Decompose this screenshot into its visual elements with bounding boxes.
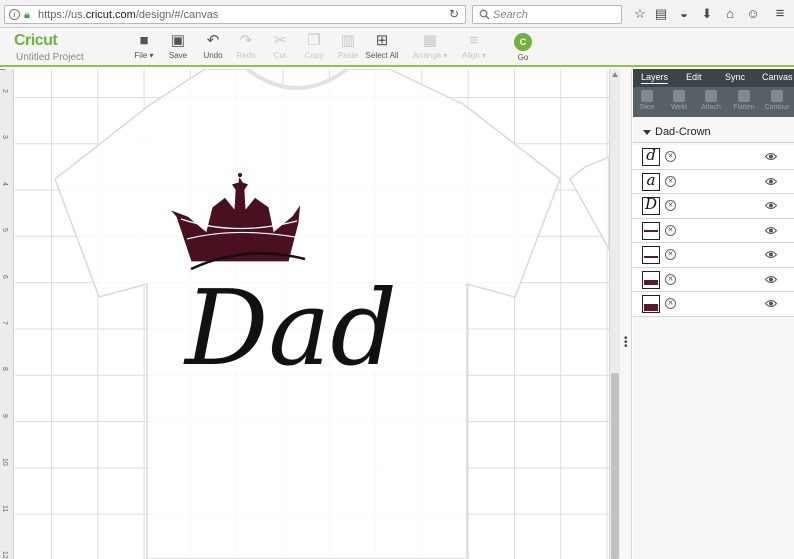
- go-button[interactable]: C: [514, 33, 532, 51]
- download-icon[interactable]: ⬇: [699, 6, 715, 22]
- weld-icon: [673, 90, 685, 102]
- tab-layers[interactable]: Layers: [641, 72, 669, 84]
- layers-panel: Layers Edit Sync Canvas Slice Weld Attac…: [633, 69, 794, 559]
- eye-icon[interactable]: [765, 152, 777, 161]
- home-icon[interactable]: ⌂: [722, 6, 738, 22]
- dad-text: Dad: [183, 267, 397, 389]
- menu-icon[interactable]: ≡: [772, 6, 788, 22]
- cricut-logo: Cricut: [14, 32, 58, 49]
- reading-list-icon[interactable]: ▤: [653, 6, 669, 22]
- layer-thumbnail: [642, 221, 660, 240]
- lock-icon: 🔒︎: [24, 9, 30, 21]
- layer-group-header[interactable]: Dad-Crown: [633, 123, 794, 143]
- cut-type-icon[interactable]: ✕: [665, 224, 676, 236]
- reload-icon[interactable]: ↻: [449, 8, 459, 21]
- select-all-button[interactable]: ⊞ Select All: [362, 32, 402, 61]
- layer-row[interactable]: ✕: [633, 267, 794, 292]
- tab-sync[interactable]: Sync: [725, 72, 745, 82]
- site-info-icon[interactable]: i: [9, 9, 20, 20]
- layer-row[interactable]: ✕: [633, 218, 794, 243]
- scrollbar-thumb[interactable]: [611, 373, 619, 559]
- flatten-icon: [738, 90, 750, 102]
- arrange-icon: ▦: [422, 32, 438, 49]
- browser-search-input[interactable]: Search: [472, 5, 622, 24]
- save-icon: ▣: [170, 32, 186, 49]
- align-menu-button[interactable]: ≡ Align ▾: [454, 32, 494, 61]
- crown-shape: [168, 173, 302, 263]
- contour-icon: [771, 90, 783, 102]
- ruler-number: 9: [1, 414, 8, 418]
- ruler-number: 4: [1, 182, 8, 186]
- browser-toolbar: i 🔒︎ https://us.cricut.com/design/#/canv…: [0, 0, 794, 28]
- align-icon: ≡: [469, 32, 479, 49]
- search-placeholder: Search: [493, 9, 528, 21]
- project-name: Untitled Project: [16, 52, 84, 63]
- layer-tools: Slice Weld Attach Flatten Contour: [633, 87, 794, 117]
- chat-icon[interactable]: ☺: [745, 6, 761, 22]
- save-button[interactable]: ▣ Save: [158, 32, 198, 61]
- weld-button[interactable]: Weld: [664, 90, 694, 111]
- layer-row[interactable]: D ✕: [633, 194, 794, 219]
- cut-type-icon[interactable]: ✕: [665, 273, 676, 285]
- cut-type-icon[interactable]: ✕: [665, 200, 676, 211]
- eye-icon[interactable]: [765, 275, 777, 284]
- layer-thumbnail: a: [642, 172, 660, 191]
- flatten-button[interactable]: Flatten: [729, 90, 759, 111]
- panel-splitter[interactable]: • • •: [620, 69, 632, 559]
- eye-icon[interactable]: [765, 201, 777, 210]
- ruler-number: 2: [1, 89, 8, 93]
- eye-icon[interactable]: [765, 226, 777, 235]
- ruler-number: 12: [1, 551, 8, 559]
- canvas-scrollbar[interactable]: [609, 69, 620, 559]
- attach-button[interactable]: Attach: [696, 90, 726, 111]
- layer-list: d ✕ a ✕ D ✕ ✕ ✕ ✕ ✕: [633, 145, 794, 317]
- ruler-number: 11: [1, 505, 8, 513]
- ruler-number: 5: [1, 228, 8, 232]
- contour-button[interactable]: Contour: [762, 90, 792, 111]
- vertical-ruler: 2 3 4 5 6 7 8 9 10 11 12: [0, 69, 14, 559]
- drag-handle-icon[interactable]: • • •: [624, 334, 628, 352]
- url-text: https://us.cricut.com/design/#/canvas: [38, 9, 219, 21]
- layer-thumbnail: D: [642, 197, 660, 215]
- ruler-number: 7: [1, 321, 8, 325]
- slice-button[interactable]: Slice: [632, 90, 662, 111]
- ruler-number: 8: [1, 367, 8, 371]
- pocket-icon[interactable]: ◒: [676, 6, 692, 22]
- search-icon: [479, 9, 490, 20]
- app-toolbar: Cricut Untitled Project ■ File ▾ ▣ Save …: [0, 29, 794, 67]
- arrange-menu-button[interactable]: ▦ Arrange ▾: [410, 32, 450, 61]
- tab-edit[interactable]: Edit: [686, 72, 702, 82]
- layer-thumbnail: d: [642, 148, 660, 166]
- panel-tabs: Layers Edit Sync Canvas: [633, 69, 794, 87]
- layer-thumbnail: [642, 270, 660, 289]
- layer-row[interactable]: ✕: [633, 292, 794, 317]
- design-canvas[interactable]: Dad: [15, 69, 609, 559]
- layer-thumbnail: [642, 246, 660, 264]
- eye-icon[interactable]: [765, 299, 777, 308]
- layer-thumbnail: [642, 295, 660, 313]
- cut-type-icon[interactable]: ✕: [665, 298, 676, 309]
- go-label[interactable]: Go: [512, 53, 534, 62]
- scroll-up-icon[interactable]: [612, 72, 618, 77]
- caret-down-icon[interactable]: [643, 130, 651, 135]
- cut-type-icon[interactable]: ✕: [665, 151, 676, 162]
- layer-row[interactable]: d ✕: [633, 145, 794, 170]
- address-bar[interactable]: i 🔒︎ https://us.cricut.com/design/#/canv…: [4, 5, 466, 24]
- tab-canvas[interactable]: Canvas: [762, 72, 793, 82]
- layer-row[interactable]: a ✕: [633, 169, 794, 194]
- layer-row[interactable]: ✕: [633, 243, 794, 268]
- ruler-number: 6: [1, 275, 8, 279]
- cut-type-icon[interactable]: ✕: [665, 249, 676, 260]
- bookmark-star-icon[interactable]: ☆: [632, 6, 648, 22]
- slice-icon: [641, 90, 653, 102]
- eye-icon[interactable]: [765, 177, 777, 186]
- ruler-number: 3: [1, 135, 8, 139]
- ruler-number: 10: [1, 458, 8, 466]
- select-all-icon: ⊞: [375, 32, 389, 49]
- dad-crown-design[interactable]: Dad: [15, 69, 609, 559]
- eye-icon[interactable]: [765, 250, 777, 259]
- cut-type-icon[interactable]: ✕: [665, 175, 676, 187]
- group-name: Dad-Crown: [655, 126, 711, 138]
- attach-icon: [705, 90, 717, 102]
